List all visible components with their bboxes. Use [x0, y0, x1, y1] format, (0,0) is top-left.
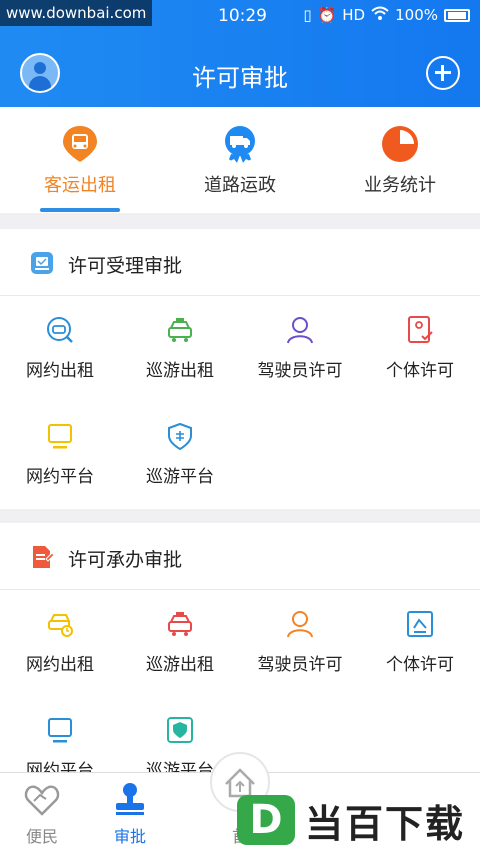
section-header: 许可受理审批 — [0, 229, 480, 296]
vibrate-icon: ▯ — [303, 6, 312, 24]
nav-label: 便民 — [25, 827, 58, 846]
tab-road-transport[interactable]: 道路运政 — [160, 107, 320, 213]
grid-item-individual-permit[interactable]: 个体许可 — [360, 296, 480, 402]
heart-hands-icon — [24, 785, 60, 816]
document-badge-icon — [31, 252, 53, 274]
monitor-icon — [48, 424, 72, 449]
hd-label: HD — [342, 6, 366, 24]
monitor-icon — [48, 718, 72, 743]
nav-label: 审批 — [113, 827, 146, 846]
id-check-icon — [408, 316, 433, 343]
shield-enterprise-icon — [168, 422, 192, 450]
grid-item-label: 网约出租 — [26, 361, 94, 381]
plus-circle-icon[interactable] — [426, 56, 460, 90]
section-title: 许可受理审批 — [68, 255, 183, 277]
section-header: 许可承办审批 — [0, 523, 480, 590]
car-clock-icon — [48, 614, 73, 637]
grid-item-cruise-platform[interactable]: 巡游平台 — [120, 402, 240, 508]
grid-item-label: 网约出租 — [26, 655, 94, 675]
watermark-logo: D 当百下载 — [237, 792, 475, 848]
taxi-icon — [168, 318, 192, 342]
watermark-logo-text: 当百下载 — [305, 801, 466, 846]
status-icons: ▯ ⏰ HD 100% — [303, 6, 470, 24]
grid-item-label: 网约平台 — [26, 467, 94, 487]
tab-business-stats[interactable]: 业务统计 — [320, 107, 480, 213]
grid-item-label: 驾驶员许可 — [257, 361, 343, 381]
tab-passenger-taxi[interactable]: 客运出租 — [0, 107, 160, 213]
tab-label: 道路运政 — [204, 175, 276, 196]
grid-item-online-taxi[interactable]: 网约出租 — [0, 296, 120, 402]
grid-item-label: 驾驶员许可 — [257, 655, 343, 675]
grid-item-driver-permit[interactable]: 驾驶员许可 — [240, 590, 360, 696]
battery-percent: 100% — [395, 6, 438, 24]
grid-item-label: 巡游出租 — [146, 361, 214, 381]
section-permit-acceptance: 许可受理审批 网约出租 巡游出租 驾驶员许可 个体许可 网约平台 巡游平台 — [0, 229, 480, 509]
section-title: 许可承办审批 — [68, 549, 183, 571]
grid-item-online-platform[interactable]: 网约平台 — [0, 402, 120, 508]
nav-convenience[interactable]: 便民 — [2, 773, 82, 853]
grid-item-label: 个体许可 — [386, 361, 454, 381]
grid-item-label: 巡游平台 — [146, 467, 214, 487]
grid-item-online-taxi[interactable]: 网约出租 — [0, 590, 120, 696]
taxi-search-icon — [47, 317, 73, 343]
grid-item-individual-permit[interactable]: 个体许可 — [360, 590, 480, 696]
category-tabs: 客运出租 道路运政 业务统计 — [0, 107, 480, 213]
driver-icon — [287, 611, 313, 638]
alarm-icon: ⏰ — [317, 6, 337, 24]
nav-approval[interactable]: 审批 — [90, 773, 170, 853]
header-bar: www.downbai.com 10:29 ▯ ⏰ HD 100% 许可审批 — [0, 0, 480, 107]
section-permit-handling: 许可承办审批 网约出租 巡游出租 驾驶员许可 个体许可 网约平台 巡游平台 — [0, 523, 480, 783]
grid-item-label: 个体许可 — [386, 655, 454, 675]
bus-pin-icon — [63, 126, 97, 162]
active-tab-indicator — [40, 208, 120, 212]
watermark-logo-letter: D — [237, 795, 295, 845]
watermark-url: www.downbai.com — [0, 0, 153, 26]
grid-item-driver-permit[interactable]: 驾驶员许可 — [240, 296, 360, 402]
status-time: 10:29 — [218, 6, 267, 26]
wifi-icon — [371, 6, 389, 24]
driver-icon — [287, 317, 313, 344]
pie-chart-icon — [382, 126, 418, 162]
shield-check-icon — [167, 717, 193, 743]
truck-badge-icon — [225, 126, 255, 163]
taxi-icon — [168, 612, 192, 636]
battery-icon — [444, 8, 470, 22]
grid-item-cruise-taxi[interactable]: 巡游出租 — [120, 590, 240, 696]
grid-item-cruise-taxi[interactable]: 巡游出租 — [120, 296, 240, 402]
document-edit-icon — [33, 546, 54, 568]
tab-label: 业务统计 — [364, 175, 436, 196]
stamp-icon — [116, 783, 144, 815]
tab-label: 客运出租 — [44, 175, 116, 196]
photo-id-icon — [407, 611, 433, 637]
grid-item-label: 巡游出租 — [146, 655, 214, 675]
page-title: 许可审批 — [192, 64, 288, 92]
